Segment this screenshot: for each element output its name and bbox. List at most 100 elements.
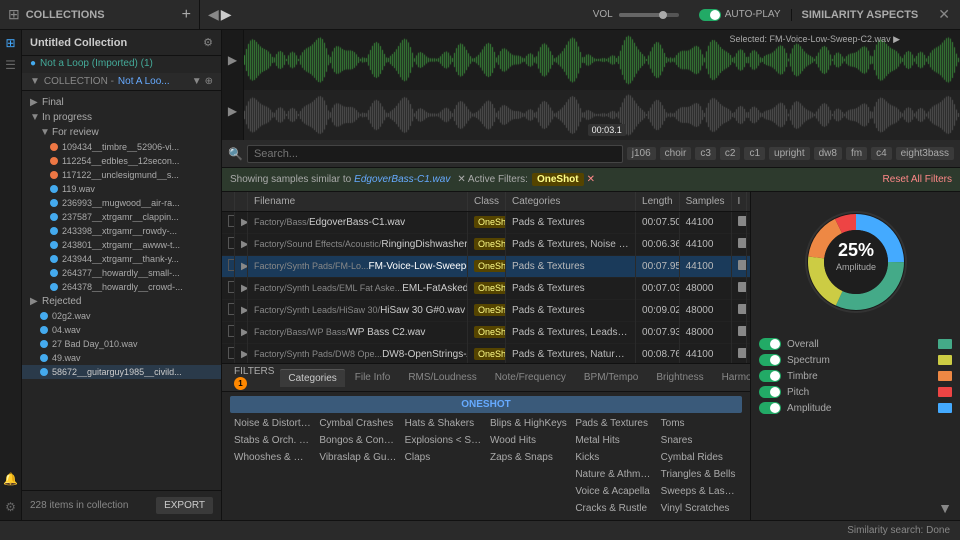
cat-vibraslap[interactable]: Vibraslap & Guiro	[315, 450, 400, 465]
cat-nature[interactable]: Nature & Athmospheric	[571, 467, 656, 482]
list-item[interactable]: 119.wav	[22, 182, 221, 196]
cat-sweeps[interactable]: Sweeps & Lasers	[657, 484, 742, 499]
row-check[interactable]	[222, 256, 235, 278]
tab-note[interactable]: Note/Frequency	[487, 369, 574, 386]
row-play[interactable]: ▶	[235, 300, 248, 322]
reset-filters-button[interactable]: Reset All Filters	[883, 174, 952, 185]
spectrum-toggle[interactable]	[759, 354, 781, 366]
row-play[interactable]: ▶	[235, 322, 248, 344]
cat-toms[interactable]: Toms	[657, 416, 742, 431]
list-item[interactable]: 243944__xtrgamr__thank-y...	[22, 252, 221, 266]
cat-pads[interactable]: Pads & Textures	[571, 416, 656, 431]
cat-claps[interactable]: Claps	[401, 450, 486, 465]
cat-cymbal-rides[interactable]: Cymbal Rides	[657, 450, 742, 465]
back-button[interactable]: ◀	[208, 6, 219, 23]
cat-cymbal-crashes[interactable]: Cymbal Crashes	[315, 416, 400, 431]
row-play[interactable]: ▶	[235, 278, 248, 300]
list-item[interactable]: 243398__xtrgamr__rowdy-...	[22, 224, 221, 238]
play-bottom-button[interactable]: ▶	[228, 104, 237, 118]
cat-blips[interactable]: Blips & HighKeys	[486, 416, 571, 431]
cat-explosions[interactable]: Explosions < Shots	[401, 433, 486, 448]
expand-icon[interactable]: ▼	[938, 500, 952, 516]
amplitude-toggle[interactable]	[759, 402, 781, 414]
list-item[interactable]: 04.wav	[22, 323, 221, 337]
list-item[interactable]: 117122__unclesigmund__s...	[22, 168, 221, 182]
list-item[interactable]: 49.wav	[22, 351, 221, 365]
cat-kicks[interactable]: Kicks	[571, 450, 656, 465]
cat-whooshes[interactable]: Whooshes & Whips	[230, 450, 315, 465]
list-item-selected[interactable]: 58672__guitarguy1985__civild...	[22, 365, 221, 379]
cat-wood[interactable]: Wood Hits	[486, 433, 571, 448]
tab-rms[interactable]: RMS/Loudness	[400, 369, 484, 386]
cat-voice[interactable]: Voice & Acapella	[571, 484, 656, 499]
row-play[interactable]: ▶	[235, 212, 248, 234]
cat-cracks[interactable]: Cracks & Rustle	[571, 501, 656, 516]
tag-c2[interactable]: c2	[720, 147, 741, 160]
col-filename[interactable]: Filename	[248, 192, 468, 212]
close-button[interactable]: ✕	[928, 6, 960, 23]
tag-fm[interactable]: fm	[846, 147, 867, 160]
cat-zaps[interactable]: Zaps & Snaps	[486, 450, 571, 465]
tab-harmonicity[interactable]: Harmonicity	[714, 369, 750, 386]
tag-c1[interactable]: c1	[744, 147, 765, 160]
filter-oneshot-x[interactable]: ✕	[587, 174, 595, 185]
row-play[interactable]: ▶	[235, 256, 248, 278]
tag-c4[interactable]: c4	[871, 147, 892, 160]
sidebar-bell-icon[interactable]: 🔔	[3, 472, 18, 486]
cat-metal[interactable]: Metal Hits	[571, 433, 656, 448]
add-collection-icon[interactable]: +	[182, 6, 191, 24]
list-item[interactable]: 237587__xtrgamr__clappin...	[22, 210, 221, 224]
list-item[interactable]: 264378__howardly__crowd-...	[22, 280, 221, 294]
tag-c3[interactable]: c3	[695, 147, 716, 160]
tree-item-forreview[interactable]: ▼ For review	[22, 125, 221, 140]
list-item[interactable]: 109434__timbre__52906-vi...	[22, 140, 221, 154]
row-check[interactable]	[222, 344, 235, 364]
sidebar-list-icon[interactable]: ☰	[5, 58, 16, 72]
cat-stabs[interactable]: Stabs & Orch. Hits	[230, 433, 315, 448]
volume-slider[interactable]	[619, 13, 679, 17]
cat-triangles[interactable]: Triangles & Bells	[657, 467, 742, 482]
list-item[interactable]: 243801__xtrgamr__awww-t...	[22, 238, 221, 252]
tag-dw8[interactable]: dw8	[814, 147, 842, 160]
row-play[interactable]: ▶	[235, 344, 248, 364]
tag-j106[interactable]: j106	[627, 147, 656, 160]
filter-oneshot-badge[interactable]: OneShot	[532, 173, 584, 186]
cat-vinyl[interactable]: Vinyl Scratches	[657, 501, 742, 516]
col-samples[interactable]: Samples	[679, 192, 731, 212]
col-categories[interactable]: Categories	[506, 192, 636, 212]
export-button[interactable]: EXPORT	[156, 497, 213, 514]
tab-fileinfo[interactable]: File Info	[347, 369, 399, 386]
tag-choir[interactable]: choir	[660, 147, 692, 160]
list-item[interactable]: 27 Bad Day_010.wav	[22, 337, 221, 351]
list-item[interactable]: 236993__mugwood__air-ra...	[22, 196, 221, 210]
tag-eight3bass[interactable]: eight3bass	[896, 147, 954, 160]
cat-snares[interactable]: Snares	[657, 433, 742, 448]
col-II[interactable]: II	[747, 192, 750, 212]
col-class[interactable]: Class	[468, 192, 506, 212]
tag-upright[interactable]: upright	[769, 147, 810, 160]
tree-controls[interactable]: ▼⊕	[192, 76, 213, 87]
overall-toggle[interactable]	[759, 338, 781, 350]
timbre-toggle[interactable]	[759, 370, 781, 382]
search-input[interactable]	[247, 145, 623, 163]
tab-bpm[interactable]: BPM/Tempo	[576, 369, 646, 386]
sidebar-gear-icon[interactable]: ⚙	[5, 500, 16, 514]
sidebar-grid-icon[interactable]: ⊞	[5, 36, 15, 50]
play-top-button[interactable]: ▶	[228, 53, 237, 67]
forward-button[interactable]: ▶	[221, 6, 232, 23]
tab-categories[interactable]: Categories	[280, 369, 344, 387]
tree-item-final[interactable]: ▶ Final	[22, 95, 221, 110]
collapse-icon[interactable]: ▼	[30, 76, 40, 87]
col-I[interactable]: I	[731, 192, 747, 212]
row-play[interactable]: ▶	[235, 234, 248, 256]
pitch-toggle[interactable]	[759, 386, 781, 398]
row-check[interactable]	[222, 322, 235, 344]
cat-bongos[interactable]: Bongos & Congas	[315, 433, 400, 448]
cat-hats[interactable]: Hats & Shakers	[401, 416, 486, 431]
settings-icon[interactable]: ⚙	[203, 36, 213, 49]
tab-brightness[interactable]: Brightness	[648, 369, 711, 386]
row-check[interactable]	[222, 234, 235, 256]
row-check[interactable]	[222, 212, 235, 234]
oneshot-filter-pill[interactable]: ONESHOT	[230, 396, 742, 413]
list-item[interactable]: 112254__edbles__12secon...	[22, 154, 221, 168]
